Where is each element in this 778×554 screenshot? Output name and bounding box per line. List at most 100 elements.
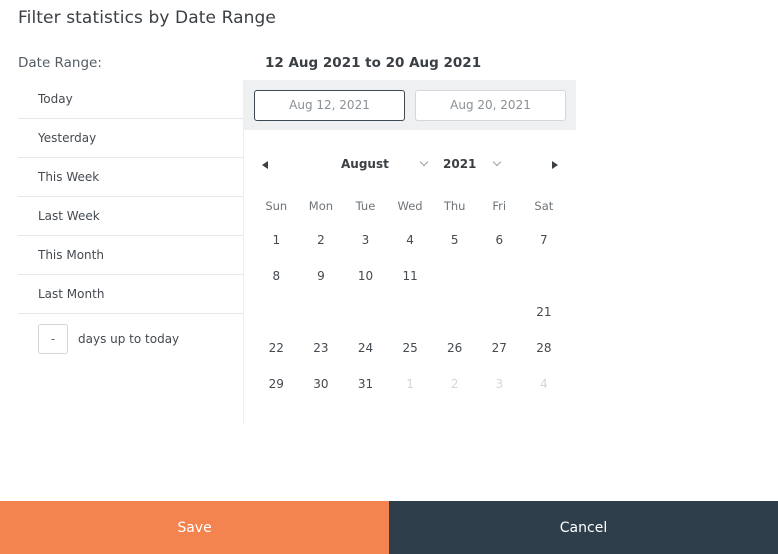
calendar-day-number: 1 xyxy=(406,377,414,391)
chevron-down-icon xyxy=(419,157,429,167)
calendar-day[interactable]: 4 xyxy=(522,366,567,402)
calendar-day-number: 4 xyxy=(406,233,414,247)
calendar-day-number: 12 xyxy=(447,269,463,283)
calendar-day[interactable]: 2 xyxy=(299,222,344,258)
calendar-day[interactable]: 1 xyxy=(254,222,299,258)
calendar-day-selected[interactable]: 17 xyxy=(343,294,388,330)
triangle-left-icon[interactable] xyxy=(262,161,268,169)
calendar-week: 22 23 24 25 26 27 28 xyxy=(254,330,566,366)
days-up-to-today-row: days up to today xyxy=(18,314,244,364)
calendar-day-number: 19 xyxy=(447,305,463,319)
calendar-day[interactable]: 26 xyxy=(432,330,477,366)
calendar-day-number: 8 xyxy=(272,269,281,283)
footer-actions: Save Cancel xyxy=(0,501,778,554)
calendar-day[interactable]: 30 xyxy=(299,366,344,402)
preset-list: Today Yesterday This Week Last Week This… xyxy=(18,80,244,364)
calendar-day[interactable]: 6 xyxy=(477,222,522,258)
weekday-label: Sun xyxy=(265,199,288,213)
cancel-button[interactable]: Cancel xyxy=(389,501,778,554)
calendar-day[interactable]: 28 xyxy=(522,330,567,366)
calendar-day[interactable]: 27 xyxy=(477,330,522,366)
calendar-day[interactable]: 24 xyxy=(343,330,388,366)
calendar-day[interactable]: 4 xyxy=(388,222,433,258)
calendar-day[interactable]: 3 xyxy=(477,366,522,402)
calendar-day-number: 15 xyxy=(268,305,284,319)
calendar-day-selected[interactable]: 16 xyxy=(298,294,344,330)
calendar-day-selected[interactable]: 20 xyxy=(476,294,522,330)
preset-last-month[interactable]: Last Month xyxy=(18,275,244,314)
calendar-nav: August 2021 xyxy=(244,154,577,178)
calendar-day-number: 1 xyxy=(272,233,281,247)
calendar-day-selected[interactable]: 19 xyxy=(432,294,477,330)
calendar-day-number: 18 xyxy=(402,305,418,319)
calendar-day-number: 16 xyxy=(313,305,329,319)
weekday-label: Sat xyxy=(534,199,554,213)
calendar-day-number: 20 xyxy=(491,305,507,319)
calendar-day-number: 7 xyxy=(540,233,548,247)
calendar-day-number: 10 xyxy=(357,269,374,283)
calendar-day-number: 21 xyxy=(536,305,552,319)
calendar-day-number: 24 xyxy=(357,341,374,355)
calendar-day-number: 29 xyxy=(268,377,284,391)
end-date-input[interactable] xyxy=(415,89,566,121)
calendar-day[interactable]: 23 xyxy=(299,330,344,366)
calendar-day-number: 28 xyxy=(536,341,552,355)
preset-this-month[interactable]: This Month xyxy=(18,236,244,275)
calendar-day[interactable]: 29 xyxy=(254,366,299,402)
calendar-day-selected[interactable]: 13 xyxy=(476,258,522,294)
weekday-label: Thu xyxy=(443,199,466,213)
calendar-day-number: 14 xyxy=(536,269,552,283)
weekday-label: Fri xyxy=(492,199,507,213)
calendar-day[interactable]: 2 xyxy=(432,366,477,402)
calendar-day-selected[interactable]: 15 xyxy=(254,294,299,330)
calendar-day[interactable]: 11 xyxy=(388,258,433,294)
calendar-day-number: 11 xyxy=(402,269,418,283)
days-input[interactable] xyxy=(38,324,68,354)
calendar-day-number: 5 xyxy=(450,233,459,247)
chevron-down-icon xyxy=(493,157,502,167)
start-date-input[interactable] xyxy=(254,89,405,121)
calendar-day[interactable]: 10 xyxy=(343,258,388,294)
calendar-week: 15 16 17 18 19 20 21 xyxy=(254,294,566,330)
year-value: 2021 xyxy=(443,157,477,171)
month-select[interactable]: August xyxy=(341,157,429,171)
save-button[interactable]: Save xyxy=(0,501,389,554)
calendar-day-number: 3 xyxy=(361,233,370,247)
date-range-label: Date Range: xyxy=(18,55,102,71)
calendar-week: 8 9 10 11 12 13 14 xyxy=(254,258,566,294)
calendar-day-selected[interactable]: 18 xyxy=(387,294,433,330)
calendar-day[interactable]: 21 xyxy=(522,294,567,330)
calendar-day[interactable]: 8 xyxy=(254,258,299,294)
year-select[interactable]: 2021 xyxy=(443,157,502,171)
preset-this-week[interactable]: This Week xyxy=(18,158,244,197)
calendar-day-number: 23 xyxy=(313,341,329,355)
calendar-day-selected[interactable]: 12 xyxy=(432,258,477,294)
calendar-day[interactable]: 25 xyxy=(388,330,433,366)
calendar-week: 29 30 31 1 2 3 4 xyxy=(254,366,566,402)
preset-today[interactable]: Today xyxy=(18,80,244,119)
weekday-label: Tue xyxy=(355,199,376,213)
calendar-day-number: 26 xyxy=(447,341,463,355)
calendar-day-number: 3 xyxy=(495,377,504,391)
preset-yesterday[interactable]: Yesterday xyxy=(18,119,244,158)
calendar-day[interactable]: 3 xyxy=(343,222,388,258)
calendar-day[interactable]: 7 xyxy=(522,222,567,258)
calendar-day[interactable]: 31 xyxy=(343,366,388,402)
calendar-day[interactable]: 5 xyxy=(432,222,477,258)
date-inputs-bar xyxy=(244,80,576,130)
calendar-day[interactable]: 22 xyxy=(254,330,299,366)
calendar-day-selected[interactable]: 14 xyxy=(521,258,567,294)
weekday-label: Mon xyxy=(308,199,334,213)
triangle-right-icon[interactable] xyxy=(552,161,558,169)
calendar-day[interactable]: 9 xyxy=(299,258,344,294)
calendar-day-number: 17 xyxy=(357,305,374,319)
weekday-header: Sun Mon Tue Wed Thu Fri Sat xyxy=(254,190,566,222)
calendar-day[interactable]: 1 xyxy=(388,366,433,402)
calendar-day-number: 9 xyxy=(317,269,325,283)
calendar-weeks: 1 2 3 4 5 6 7 8 9 10 11 12 13 14 15 16 17 18 19 20 21 22 23 24 2… xyxy=(254,222,566,402)
calendar-day-number: 22 xyxy=(268,341,284,355)
preset-last-week[interactable]: Last Week xyxy=(18,197,244,236)
calendar-day-number: 27 xyxy=(491,341,507,355)
date-range-filter-page: Filter statistics by Date Range Date Ran… xyxy=(0,0,778,554)
calendar-day-number: 31 xyxy=(357,377,374,391)
